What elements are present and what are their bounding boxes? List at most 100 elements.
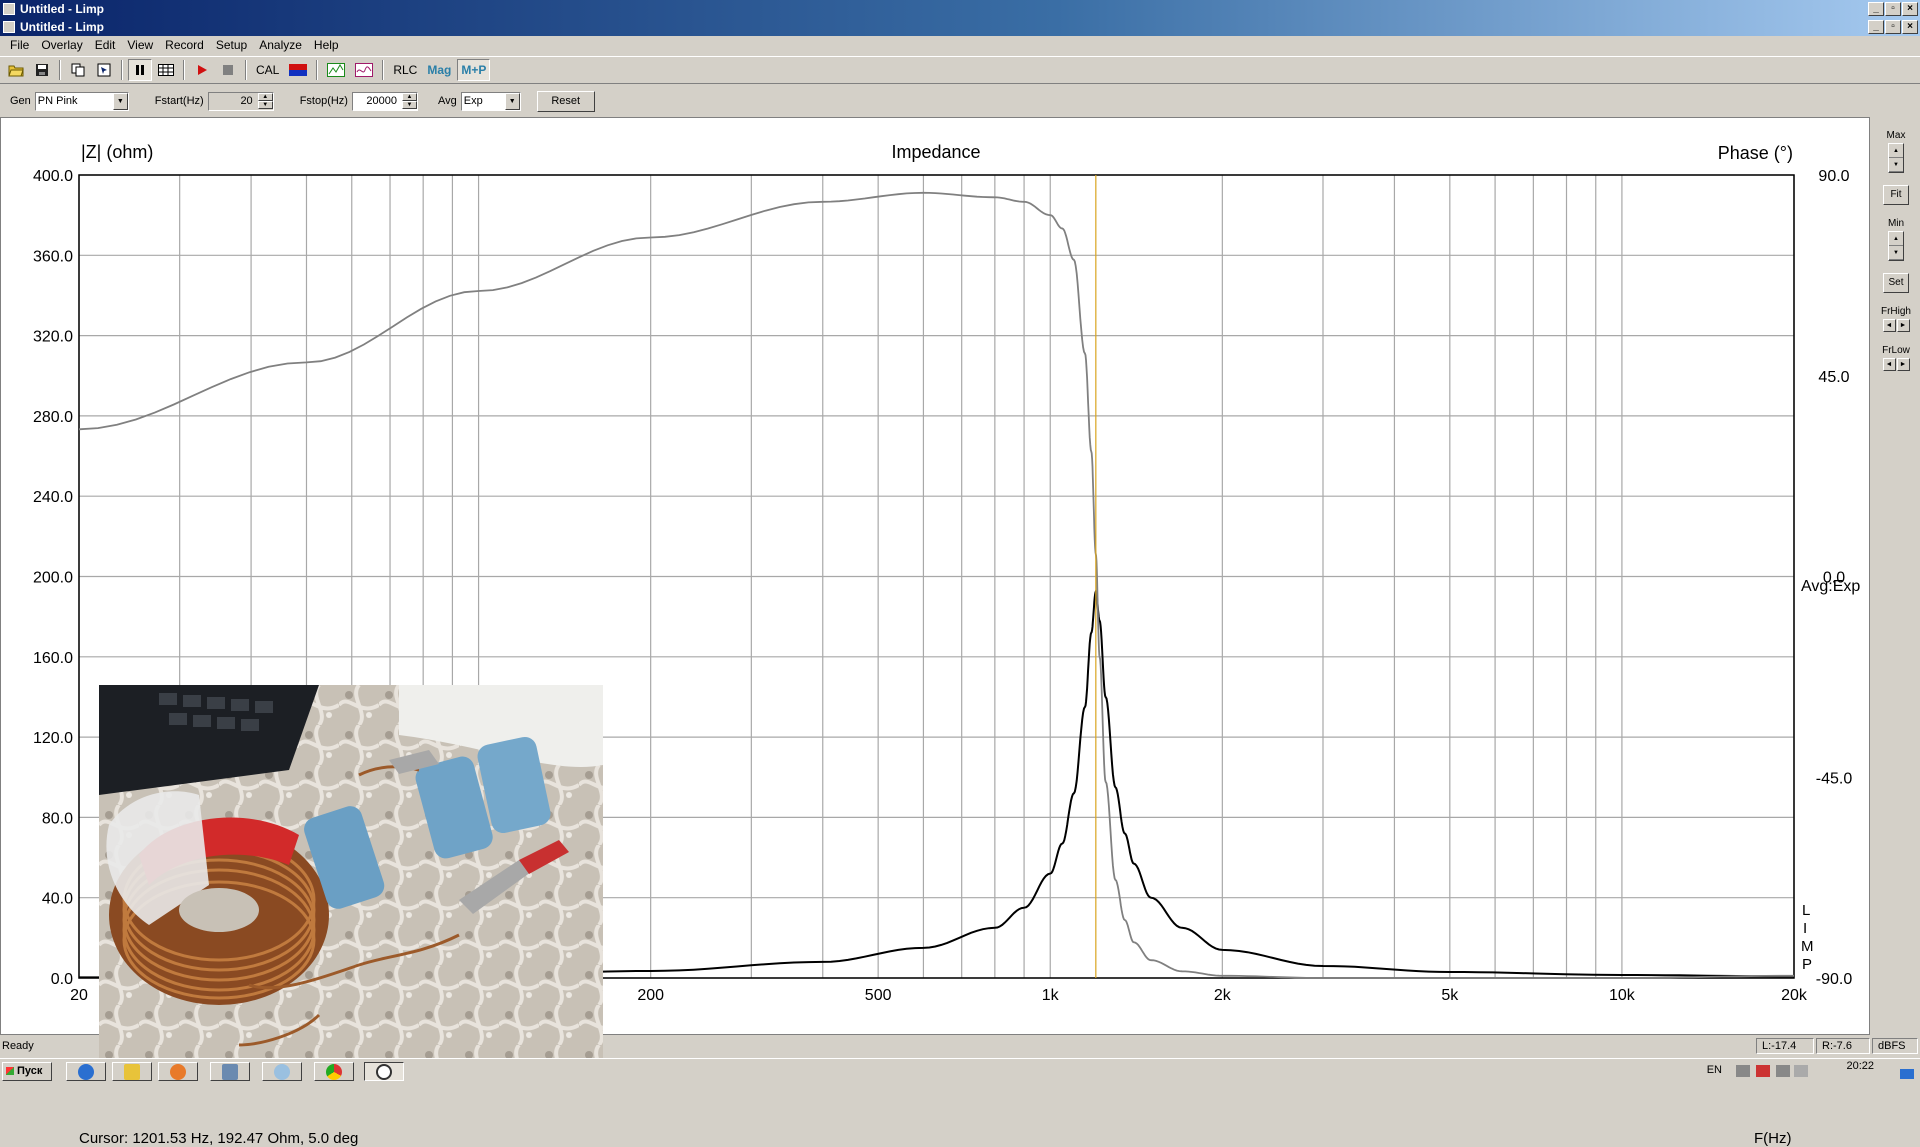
coil-center bbox=[179, 888, 259, 932]
doc-close-button[interactable]: × bbox=[1902, 20, 1918, 34]
mag-phase-button[interactable]: M+P bbox=[457, 59, 491, 81]
chevron-left-icon[interactable]: ◄ bbox=[1882, 319, 1896, 332]
menu-setup[interactable]: Setup bbox=[210, 36, 253, 55]
y2-axis-label: Phase (°) bbox=[1718, 143, 1793, 163]
pointer-icon[interactable] bbox=[92, 59, 116, 81]
chevron-right-icon[interactable]: ► bbox=[1896, 358, 1910, 371]
folder-icon[interactable] bbox=[112, 1062, 152, 1081]
chevron-right-icon[interactable]: ► bbox=[1896, 319, 1910, 332]
toolbar-separator bbox=[382, 60, 385, 80]
doc-minimize-button[interactable]: _ bbox=[1868, 20, 1884, 34]
record-icon[interactable] bbox=[190, 59, 214, 81]
menu-record[interactable]: Record bbox=[159, 36, 210, 55]
gen-select[interactable]: PN Pink ▼ bbox=[34, 91, 129, 111]
set-button[interactable]: Set bbox=[1883, 273, 1909, 293]
y-tick-label: 240.0 bbox=[33, 489, 73, 506]
y2-tick-label: 45.0 bbox=[1818, 369, 1849, 386]
y-tick-label: 120.0 bbox=[33, 730, 73, 747]
status-bar: Ready L:-17.4 R:-7.6 dBFS bbox=[0, 1037, 1920, 1055]
paint-icon[interactable] bbox=[262, 1062, 302, 1081]
color-bars-icon[interactable] bbox=[285, 59, 311, 81]
level-left: L:-17.4 bbox=[1756, 1038, 1814, 1054]
mag-button[interactable]: Mag bbox=[423, 59, 455, 81]
clock: 20:22 bbox=[1846, 1060, 1874, 1072]
doc-restore-button[interactable]: ▫ bbox=[1885, 20, 1901, 34]
outer-title-bar[interactable]: Untitled - Limp _ ▫ × bbox=[0, 0, 1920, 18]
spin-down-icon[interactable]: ▼ bbox=[257, 100, 273, 109]
avg-select[interactable]: Exp ▼ bbox=[460, 91, 521, 111]
show-desktop-icon[interactable] bbox=[1900, 1069, 1914, 1079]
menu-help[interactable]: Help bbox=[308, 36, 345, 55]
y2-tick-label: -45.0 bbox=[1816, 770, 1853, 787]
minimize-button[interactable]: _ bbox=[1868, 2, 1884, 16]
start-button[interactable]: Пуск bbox=[2, 1062, 52, 1081]
menu-file[interactable]: File bbox=[4, 36, 35, 55]
curve-chart-icon[interactable] bbox=[351, 59, 377, 81]
spin-down-icon[interactable]: ▼ bbox=[1889, 246, 1903, 260]
avg-annotation: Avg:Exp bbox=[1801, 578, 1860, 595]
toolbar-separator bbox=[121, 60, 123, 80]
x-tick-label: 1k bbox=[1042, 987, 1060, 1004]
y-tick-label: 360.0 bbox=[33, 248, 73, 265]
chrome-icon[interactable] bbox=[314, 1062, 354, 1081]
avg-label: Avg bbox=[437, 95, 457, 107]
computer-icon[interactable] bbox=[210, 1062, 250, 1081]
spin-up-icon[interactable]: ▲ bbox=[1889, 232, 1903, 246]
language-indicator[interactable]: EN bbox=[1707, 1064, 1722, 1076]
chevron-down-icon[interactable]: ▼ bbox=[504, 92, 520, 110]
chevron-left-icon[interactable]: ◄ bbox=[1882, 358, 1896, 371]
rlc-button[interactable]: RLC bbox=[389, 59, 421, 81]
spin-down-icon[interactable]: ▼ bbox=[401, 100, 417, 109]
chevron-down-icon[interactable]: ▼ bbox=[112, 92, 128, 110]
y2-tick-label: -90.0 bbox=[1816, 971, 1853, 988]
spin-up-icon[interactable]: ▲ bbox=[401, 92, 417, 101]
media-icon[interactable] bbox=[158, 1062, 198, 1081]
reset-button[interactable]: Reset bbox=[536, 90, 595, 112]
limp-taskbar-icon[interactable] bbox=[364, 1062, 404, 1081]
y-tick-label: 200.0 bbox=[33, 570, 73, 587]
cal-button[interactable]: CAL bbox=[252, 59, 283, 81]
fstop-spinner[interactable]: 20000 ▲ ▼ bbox=[351, 91, 418, 111]
ie-icon[interactable] bbox=[66, 1062, 106, 1081]
menu-view[interactable]: View bbox=[121, 36, 159, 55]
x-tick-label: 500 bbox=[865, 987, 892, 1004]
limp-letter: L bbox=[1802, 902, 1810, 919]
y-tick-label: 400.0 bbox=[33, 168, 73, 185]
max-spinner[interactable]: ▲ ▼ bbox=[1888, 143, 1904, 173]
spin-down-icon[interactable]: ▼ bbox=[1889, 158, 1903, 172]
menu-analyze[interactable]: Analyze bbox=[253, 36, 308, 55]
min-spinner[interactable]: ▲ ▼ bbox=[1888, 231, 1904, 261]
fstart-value: 20 bbox=[240, 95, 253, 107]
spin-up-icon[interactable]: ▲ bbox=[257, 92, 273, 101]
limp-side-label: L I M P bbox=[1801, 902, 1814, 973]
limp-letter: P bbox=[1802, 956, 1812, 973]
fit-button[interactable]: Fit bbox=[1883, 185, 1909, 205]
level-unit: dBFS bbox=[1872, 1038, 1918, 1054]
right-panel: Max ▲ ▼ Fit Min ▲ ▼ Set FrHigh ◄ ► FrLow ◄ ► bbox=[1872, 117, 1920, 1035]
overlay-chart-icon[interactable] bbox=[323, 59, 349, 81]
fstart-spinner[interactable]: 20 ▲ ▼ bbox=[207, 91, 274, 111]
y2-tick-label: 90.0 bbox=[1818, 168, 1849, 185]
y-tick-label: 280.0 bbox=[33, 409, 73, 426]
x-tick-label: 20 bbox=[70, 987, 88, 1004]
open-folder-icon[interactable] bbox=[4, 59, 28, 81]
max-label: Max bbox=[1886, 130, 1906, 141]
stop-icon[interactable] bbox=[216, 59, 240, 81]
level-right: R:-7.6 bbox=[1816, 1038, 1870, 1054]
menu-edit[interactable]: Edit bbox=[89, 36, 122, 55]
tray-icons[interactable] bbox=[1736, 1065, 1808, 1077]
chart-title: Impedance bbox=[891, 142, 980, 162]
spin-up-icon[interactable]: ▲ bbox=[1889, 144, 1903, 158]
menu-overlay[interactable]: Overlay bbox=[35, 36, 88, 55]
limp-letter: I bbox=[1803, 920, 1807, 937]
save-icon[interactable] bbox=[30, 59, 54, 81]
inner-title-bar[interactable]: Untitled - Limp _ ▫ × bbox=[0, 18, 1920, 36]
copy-icon[interactable] bbox=[66, 59, 90, 81]
table-icon[interactable] bbox=[154, 59, 178, 81]
y-tick-label: 40.0 bbox=[42, 891, 73, 908]
close-button[interactable]: × bbox=[1902, 2, 1918, 16]
restore-button[interactable]: ▫ bbox=[1885, 2, 1901, 16]
plot-area[interactable]: 0.0 40.0 80.0 120.0 160.0 200.0 240.0 280.0 320.… bbox=[0, 117, 1870, 1147]
pause-icon[interactable] bbox=[128, 59, 152, 81]
frhigh-label: FrHigh bbox=[1880, 306, 1911, 317]
